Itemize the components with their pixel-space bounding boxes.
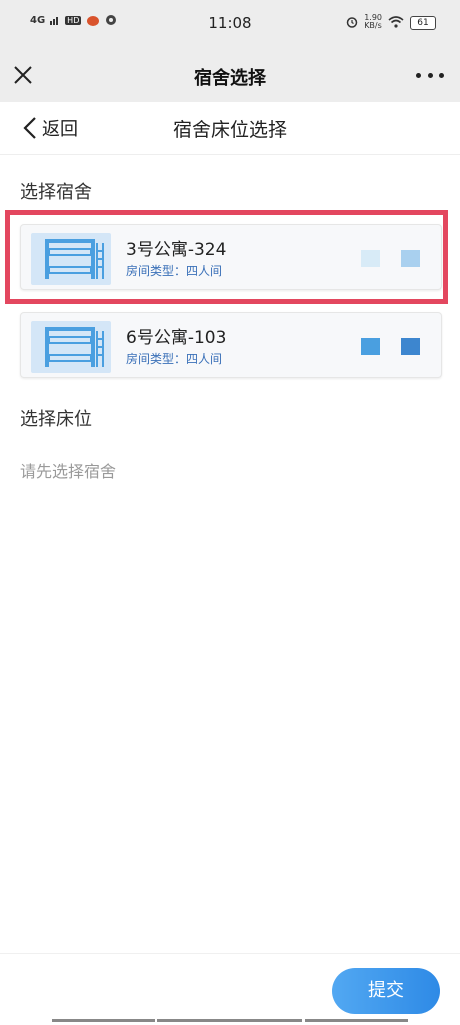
wifi-icon <box>388 16 404 28</box>
page-nav-bar: 返回 宿舍床位选择 <box>0 102 460 155</box>
dorm-card-2[interactable]: 6号公寓-103 房间类型：四人间 <box>20 312 442 378</box>
bunk-bed-icon <box>31 321 111 373</box>
bed-indicator <box>361 250 380 267</box>
battery-indicator: 61 <box>410 16 436 30</box>
submit-button[interactable]: 提交 <box>332 968 440 1014</box>
bed-hint-text: 请先选择宿舍 <box>20 462 117 481</box>
status-right-icons: 1.90 KB/s 61 <box>346 14 436 30</box>
net-speed: 1.90 KB/s <box>364 14 382 30</box>
status-bar: 4G HD 11:08 1.90 KB/s 61 <box>0 0 460 50</box>
app-title: 宿舍选择 <box>194 68 266 89</box>
bottom-bar: 提交 <box>0 953 460 1025</box>
bed-indicator <box>361 338 380 355</box>
nav-gesture-bar <box>52 1019 155 1022</box>
page-title: 宿舍床位选择 <box>172 119 287 141</box>
dorm-room-type: 房间类型：四人间 <box>126 352 223 366</box>
bed-indicator <box>401 250 420 267</box>
nav-gesture-bar <box>305 1019 408 1022</box>
net-speed-unit: KB/s <box>364 21 382 30</box>
nav-gesture-bar <box>157 1019 302 1022</box>
dorm-card-1[interactable]: 3号公寓-324 房间类型：四人间 <box>20 224 442 290</box>
more-icon[interactable] <box>416 64 444 86</box>
dorm-room-type: 房间类型：四人间 <box>126 264 223 278</box>
bed-section-label: 选择床位 <box>20 409 92 430</box>
bed-indicator <box>401 338 420 355</box>
dorm-name: 3号公寓-324 <box>126 240 227 260</box>
bunk-bed-icon <box>31 233 111 285</box>
alarm-icon <box>346 17 358 28</box>
dorm-section-label: 选择宿舍 <box>20 182 92 203</box>
app-title-bar: 宿舍选择 <box>0 50 460 102</box>
dorm-name: 6号公寓-103 <box>126 328 227 348</box>
